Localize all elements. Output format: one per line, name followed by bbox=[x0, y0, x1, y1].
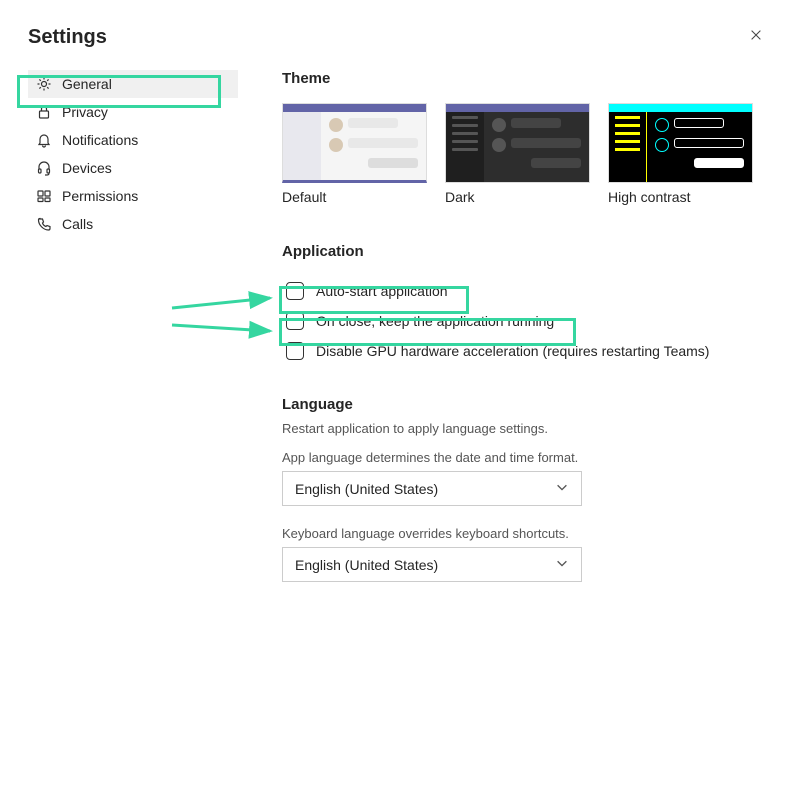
sidebar-item-devices[interactable]: Devices bbox=[28, 154, 238, 182]
sidebar-item-permissions[interactable]: Permissions bbox=[28, 182, 238, 210]
theme-preview-default bbox=[282, 103, 427, 183]
keyboard-language-note: Keyboard language overrides keyboard sho… bbox=[282, 526, 771, 541]
application-section-title: Application bbox=[282, 243, 771, 260]
gear-icon bbox=[36, 76, 52, 92]
checkbox-row-disable-gpu[interactable]: Disable GPU hardware acceleration (requi… bbox=[282, 336, 771, 366]
checkbox-label: Disable GPU hardware acceleration (requi… bbox=[316, 343, 709, 359]
theme-option-default[interactable]: Default bbox=[282, 103, 427, 205]
sidebar-item-label: Permissions bbox=[62, 188, 138, 204]
chevron-down-icon bbox=[555, 556, 569, 573]
sidebar-item-general[interactable]: General bbox=[28, 70, 238, 98]
sidebar-item-label: General bbox=[62, 76, 112, 92]
keyboard-language-dropdown[interactable]: English (United States) bbox=[282, 547, 582, 582]
checkbox-autostart[interactable] bbox=[286, 282, 304, 300]
checkbox-label: Auto-start application bbox=[316, 283, 448, 299]
language-restart-note: Restart application to apply language se… bbox=[282, 421, 771, 436]
checkbox-disable-gpu[interactable] bbox=[286, 342, 304, 360]
checkbox-label: On close, keep the application running bbox=[316, 313, 554, 329]
app-language-dropdown[interactable]: English (United States) bbox=[282, 471, 582, 506]
permissions-icon bbox=[36, 188, 52, 204]
checkbox-row-autostart[interactable]: Auto-start application bbox=[282, 276, 771, 306]
theme-preview-high-contrast bbox=[608, 103, 753, 183]
sidebar-item-calls[interactable]: Calls bbox=[28, 210, 238, 238]
theme-section-title: Theme bbox=[282, 70, 771, 87]
close-button[interactable] bbox=[745, 24, 767, 50]
app-language-note: App language determines the date and tim… bbox=[282, 450, 771, 465]
theme-label: Dark bbox=[445, 189, 590, 205]
theme-preview-dark bbox=[445, 103, 590, 183]
checkbox-keep-running[interactable] bbox=[286, 312, 304, 330]
language-section-title: Language bbox=[282, 396, 771, 413]
chevron-down-icon bbox=[555, 480, 569, 497]
sidebar-item-label: Privacy bbox=[62, 104, 108, 120]
theme-option-dark[interactable]: Dark bbox=[445, 103, 590, 205]
sidebar-item-privacy[interactable]: Privacy bbox=[28, 98, 238, 126]
sidebar-item-label: Calls bbox=[62, 216, 93, 232]
bell-icon bbox=[36, 132, 52, 148]
theme-option-high-contrast[interactable]: High contrast bbox=[608, 103, 753, 205]
theme-label: Default bbox=[282, 189, 427, 205]
theme-label: High contrast bbox=[608, 189, 753, 205]
main-content: Theme Default bbox=[238, 70, 771, 602]
sidebar-item-label: Notifications bbox=[62, 132, 138, 148]
dropdown-value: English (United States) bbox=[295, 481, 438, 497]
sidebar-item-notifications[interactable]: Notifications bbox=[28, 126, 238, 154]
page-title: Settings bbox=[28, 26, 107, 49]
checkbox-row-keep-running[interactable]: On close, keep the application running bbox=[282, 306, 771, 336]
lock-icon bbox=[36, 104, 52, 120]
headset-icon bbox=[36, 160, 52, 176]
sidebar: General Privacy Notifications Devices Pe bbox=[28, 70, 238, 602]
sidebar-item-label: Devices bbox=[62, 160, 112, 176]
dropdown-value: English (United States) bbox=[295, 557, 438, 573]
phone-icon bbox=[36, 216, 52, 232]
